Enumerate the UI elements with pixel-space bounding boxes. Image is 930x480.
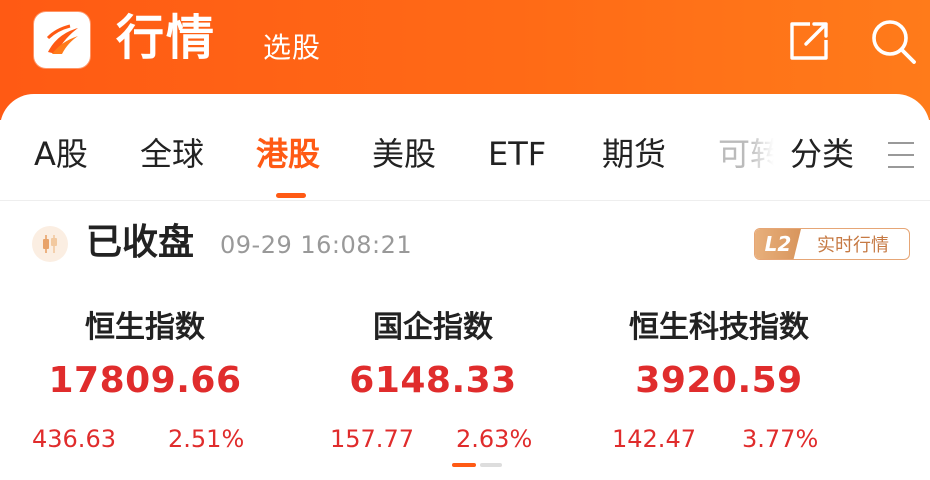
index-change: 142.47 xyxy=(612,425,696,453)
index-value: 3920.59 xyxy=(635,360,803,401)
index-change-percent: 2.51% xyxy=(168,425,245,453)
index-change: 157.77 xyxy=(330,425,414,453)
market-status: 已收盘 xyxy=(86,222,195,263)
index-name: 恒生指数 xyxy=(85,310,205,345)
carousel-pager[interactable] xyxy=(452,463,502,467)
candlestick-icon xyxy=(32,226,68,262)
tab-a-shares[interactable]: A股 xyxy=(34,130,88,178)
market-content-card: A股 全球 港股 美股 ETF 期货 可转 分类 已收盘 09-29 16:08… xyxy=(0,94,930,480)
tab-convertible-bonds[interactable]: 可转 xyxy=(718,130,774,178)
tab-us-stocks[interactable]: 美股 xyxy=(372,130,436,178)
index-name: 恒生科技指数 xyxy=(629,310,809,345)
tab-hk-stocks[interactable]: 港股 xyxy=(256,130,320,178)
l2-label: L2 xyxy=(755,229,801,259)
menu-icon[interactable] xyxy=(884,142,918,170)
active-tab-indicator xyxy=(276,193,306,198)
stock-picker-link[interactable]: 选股 xyxy=(263,28,321,68)
l2-realtime-badge[interactable]: L2 实时行情 xyxy=(754,228,910,260)
page-title: 行情 xyxy=(116,10,217,66)
index-change-percent: 2.63% xyxy=(456,425,533,453)
index-value: 6148.33 xyxy=(349,360,517,401)
pager-dot[interactable] xyxy=(480,463,502,467)
category-button[interactable]: 分类 xyxy=(790,130,854,178)
status-timestamp: 09-29 16:08:21 xyxy=(220,231,413,259)
index-value: 17809.66 xyxy=(48,360,242,401)
tab-etf[interactable]: ETF xyxy=(488,130,546,178)
pager-dot-active xyxy=(452,463,476,467)
index-change-percent: 3.77% xyxy=(742,425,819,453)
tab-futures[interactable]: 期货 xyxy=(602,130,666,178)
realtime-quotes-label: 实时行情 xyxy=(817,235,889,256)
search-icon[interactable] xyxy=(866,14,920,68)
market-tabs: A股 全球 港股 美股 ETF 期货 可转 分类 xyxy=(0,94,930,198)
tabs-divider xyxy=(0,200,930,201)
tab-global[interactable]: 全球 xyxy=(140,130,204,178)
share-icon[interactable] xyxy=(782,14,836,68)
index-name: 国企指数 xyxy=(373,310,493,345)
index-change: 436.63 xyxy=(32,425,116,453)
app-logo-icon[interactable] xyxy=(34,12,90,68)
